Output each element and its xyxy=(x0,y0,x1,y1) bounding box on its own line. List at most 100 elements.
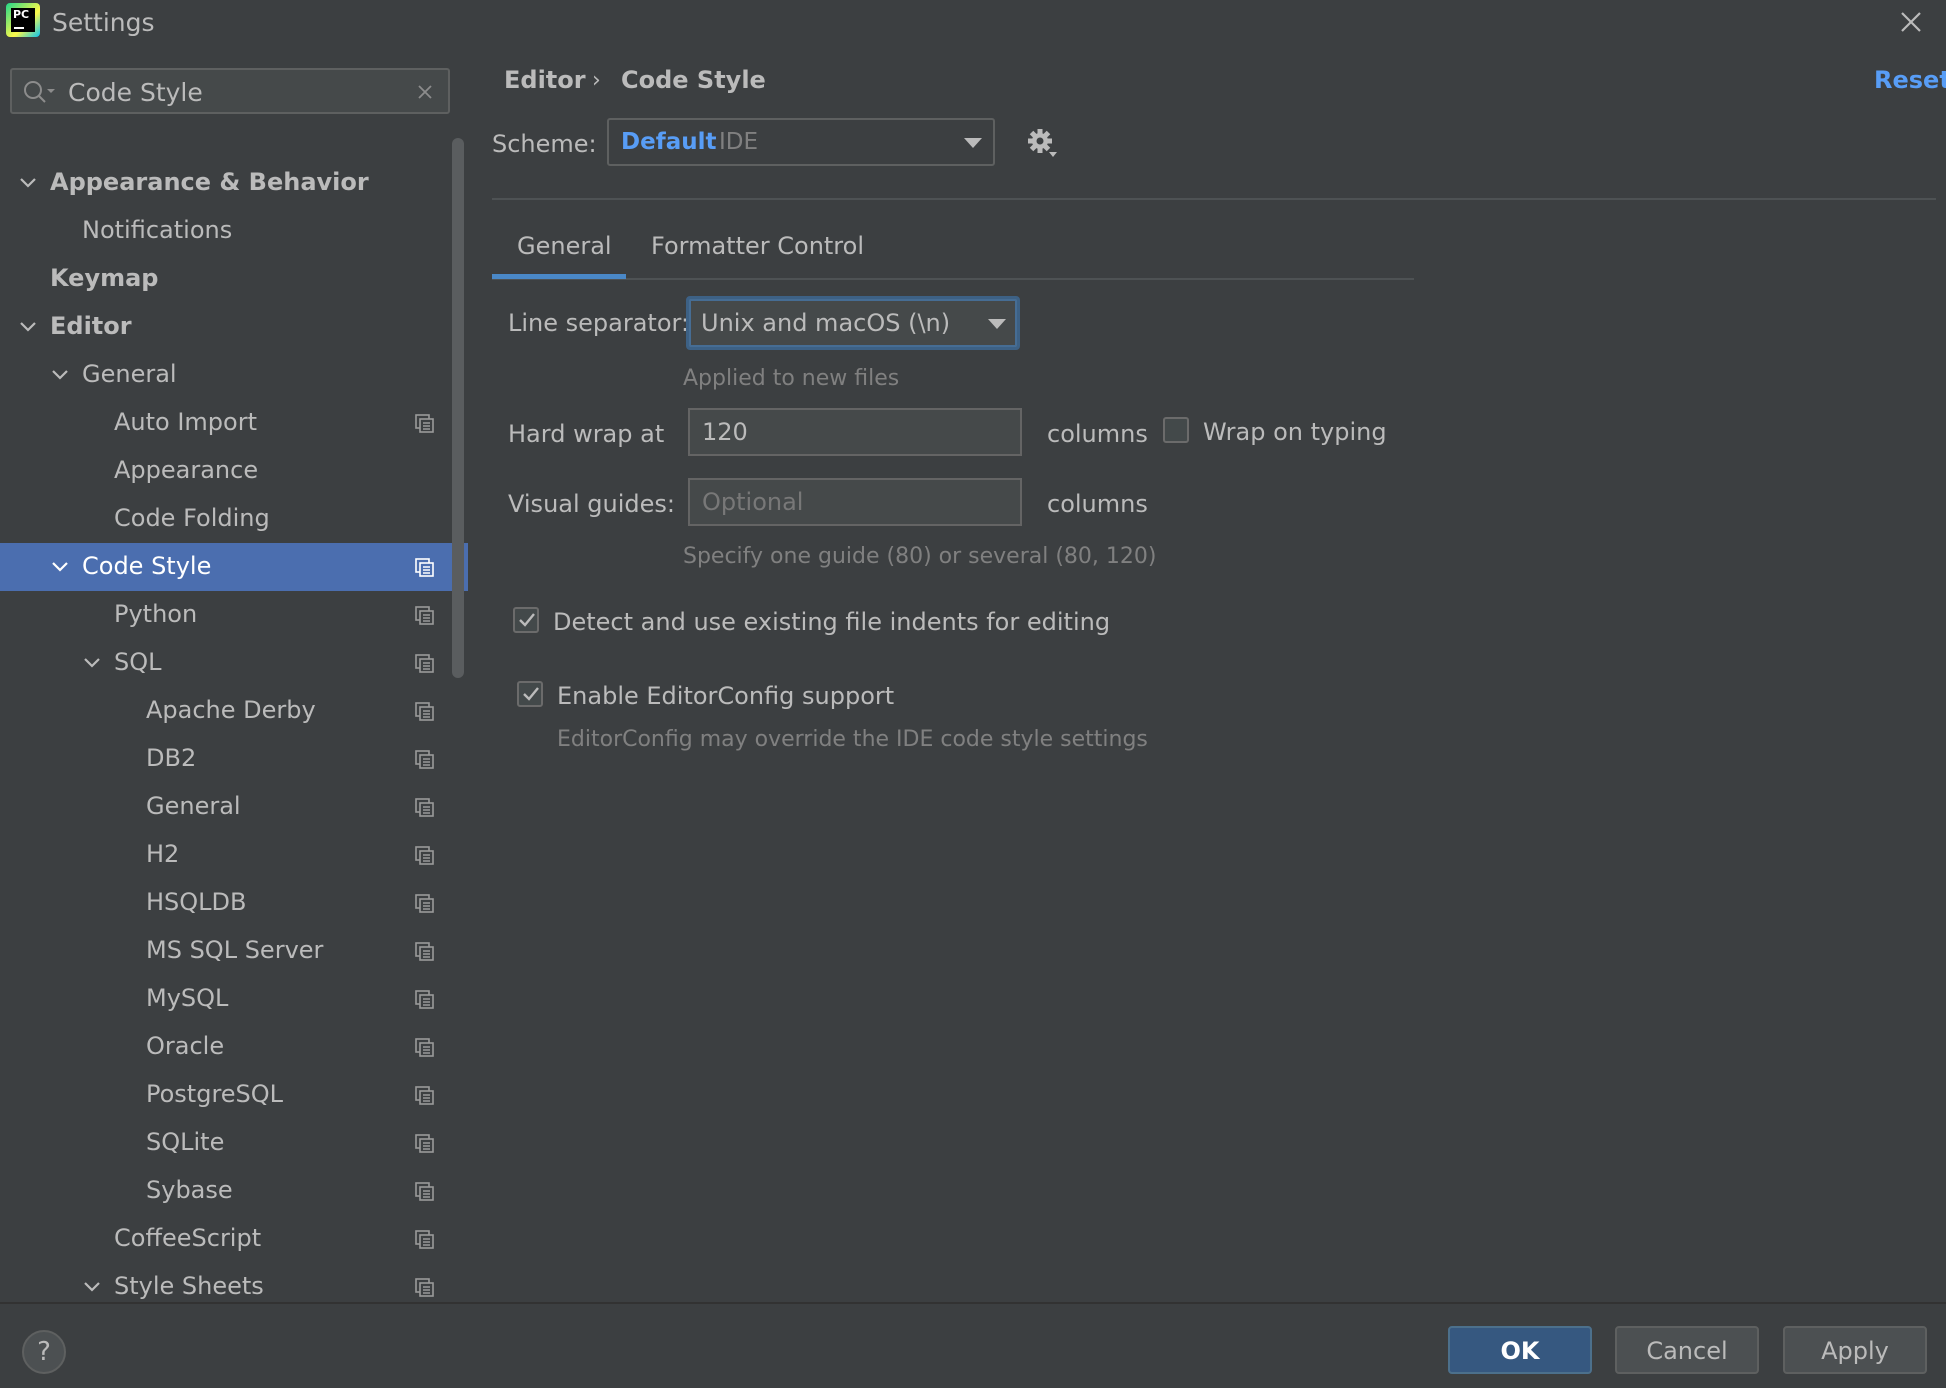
breadcrumb-separator: › xyxy=(592,68,601,93)
project-level-settings-icon xyxy=(415,1230,434,1249)
sidebar-tree-item-label: Keymap xyxy=(50,264,159,292)
line-separator-label: Line separator: xyxy=(508,309,690,337)
sidebar-scrollbar[interactable] xyxy=(452,138,464,678)
visual-guides-input[interactable] xyxy=(688,478,1022,526)
sidebar-tree-item[interactable]: DB2 xyxy=(0,735,468,783)
sidebar-tree-item[interactable]: Sybase xyxy=(0,1167,468,1215)
scheme-type: IDE xyxy=(719,129,759,155)
sidebar-tree-item-label: CoffeeScript xyxy=(114,1224,262,1252)
hard-wrap-label: Hard wrap at xyxy=(508,420,665,448)
project-level-settings-icon xyxy=(415,1086,434,1105)
sidebar-tree-item[interactable]: CoffeeScript xyxy=(0,1215,468,1263)
ok-button[interactable]: OK xyxy=(1448,1326,1592,1374)
sidebar-tree-item[interactable]: Auto Import xyxy=(0,399,468,447)
chevron-down-icon[interactable] xyxy=(48,363,72,387)
help-button[interactable]: ? xyxy=(22,1330,66,1374)
wrap-on-typing-label[interactable]: Wrap on typing xyxy=(1203,418,1387,446)
sidebar-tree-item[interactable]: Appearance xyxy=(0,447,468,495)
search-input[interactable]: Code Style xyxy=(68,78,203,107)
sidebar-tree-item[interactable]: HSQLDB xyxy=(0,879,468,927)
chevron-down-icon xyxy=(964,138,982,148)
detect-indents-checkbox[interactable] xyxy=(513,607,539,633)
editorconfig-label[interactable]: Enable EditorConfig support xyxy=(557,682,894,710)
tab-formatter-control[interactable]: Formatter Control xyxy=(651,232,864,260)
sidebar-tree-item[interactable]: SQL xyxy=(0,639,468,687)
sidebar-tree-item-label: Appearance & Behavior xyxy=(50,168,369,196)
chevron-down-icon[interactable] xyxy=(80,651,104,675)
chevron-down-icon[interactable] xyxy=(16,315,40,339)
project-level-settings-icon xyxy=(415,750,434,769)
sidebar-tree-item[interactable]: Apache Derby xyxy=(0,687,468,735)
title-bar: PC Settings xyxy=(0,0,1946,46)
sidebar-tree-item[interactable]: MS SQL Server xyxy=(0,927,468,975)
sidebar-tree-item-label: MS SQL Server xyxy=(146,936,324,964)
chevron-down-icon[interactable] xyxy=(16,171,40,195)
sidebar-tree-item[interactable]: Keymap xyxy=(0,255,468,303)
sidebar-tree-item-label: SQLite xyxy=(146,1128,225,1156)
breadcrumb-parent[interactable]: Editor xyxy=(504,66,586,94)
sidebar-tree-item[interactable]: General xyxy=(0,351,468,399)
sidebar-tree-item[interactable]: Appearance & Behavior xyxy=(0,159,468,207)
detect-indents-label[interactable]: Detect and use existing file indents for… xyxy=(553,608,1110,636)
checkmark-icon xyxy=(523,687,539,701)
sidebar-tree-item[interactable]: PostgreSQL xyxy=(0,1071,468,1119)
sidebar-tree-item[interactable]: MySQL xyxy=(0,975,468,1023)
sidebar-tree-item[interactable]: Python xyxy=(0,591,468,639)
breadcrumb-current: Code Style xyxy=(621,66,766,94)
reset-link[interactable]: Reset xyxy=(1874,66,1946,94)
sidebar-tree-item[interactable]: Notifications xyxy=(0,207,468,255)
settings-tree: Appearance & Behavior Notifications Keymap… xyxy=(0,159,468,1302)
cancel-button[interactable]: Cancel xyxy=(1615,1326,1759,1374)
editorconfig-checkbox[interactable] xyxy=(517,681,543,707)
close-icon[interactable] xyxy=(1893,4,1929,40)
chevron-down-icon[interactable] xyxy=(48,555,72,579)
hard-wrap-input[interactable] xyxy=(688,408,1022,456)
sidebar-tree-item[interactable]: SQLite xyxy=(0,1119,468,1167)
scheme-name: Default xyxy=(621,129,717,155)
sidebar-tree-item-label: Python xyxy=(114,600,198,628)
sidebar-tree-item-label: Sybase xyxy=(146,1176,233,1204)
window-title: Settings xyxy=(52,8,155,37)
tab-general[interactable]: General xyxy=(517,232,612,260)
editorconfig-hint: EditorConfig may override the IDE code s… xyxy=(557,727,1148,752)
project-level-settings-icon xyxy=(415,606,434,625)
settings-search-box[interactable]: Code Style xyxy=(10,68,450,114)
project-level-settings-icon xyxy=(415,798,434,817)
sidebar-tree-item-label: Style Sheets xyxy=(114,1272,264,1300)
apply-button[interactable]: Apply xyxy=(1783,1326,1927,1374)
sidebar-tree-item[interactable]: Style Sheets xyxy=(0,1263,468,1302)
project-level-settings-icon xyxy=(415,942,434,961)
sidebar-tree-item-label: Notifications xyxy=(82,216,233,244)
line-separator-dropdown[interactable]: Unix and macOS (\n) xyxy=(686,296,1020,350)
project-level-settings-icon xyxy=(415,702,434,721)
sidebar-tree-item[interactable]: Code Style xyxy=(0,543,468,591)
line-separator-value: Unix and macOS (\n) xyxy=(701,309,951,337)
sidebar-tree-item[interactable]: Code Folding xyxy=(0,495,468,543)
sidebar-tree-item-label: General xyxy=(82,360,177,388)
project-level-settings-icon xyxy=(415,1278,434,1297)
sidebar-tree-item-label: SQL xyxy=(114,648,162,676)
hard-wrap-columns-label: columns xyxy=(1047,420,1148,448)
sidebar-tree-item[interactable]: General xyxy=(0,783,468,831)
chevron-down-icon xyxy=(988,319,1006,329)
sidebar-tree-item-label: Editor xyxy=(50,312,132,340)
visual-guides-hint: Specify one guide (80) or several (80, 1… xyxy=(683,544,1157,569)
settings-sidebar: Code Style Appearance & Behavior Notifica… xyxy=(0,46,468,1302)
checkmark-icon xyxy=(519,613,535,627)
search-icon[interactable] xyxy=(22,79,58,105)
sidebar-tree-item-label: PostgreSQL xyxy=(146,1080,284,1108)
project-level-settings-icon xyxy=(415,414,434,433)
clear-search-icon[interactable] xyxy=(414,81,436,103)
sidebar-tree-item-label: H2 xyxy=(146,840,180,868)
sidebar-tree-item[interactable]: Oracle xyxy=(0,1023,468,1071)
chevron-down-icon[interactable] xyxy=(80,1275,104,1299)
tab-divider xyxy=(492,278,1414,280)
wrap-on-typing-checkbox[interactable] xyxy=(1163,417,1189,443)
visual-guides-label: Visual guides: xyxy=(508,490,675,518)
scheme-dropdown[interactable]: Default IDE xyxy=(607,118,995,166)
gear-icon[interactable] xyxy=(1025,126,1061,162)
sidebar-tree-item[interactable]: Editor xyxy=(0,303,468,351)
line-separator-hint: Applied to new files xyxy=(683,366,900,391)
scheme-label: Scheme: xyxy=(492,130,597,158)
sidebar-tree-item[interactable]: H2 xyxy=(0,831,468,879)
